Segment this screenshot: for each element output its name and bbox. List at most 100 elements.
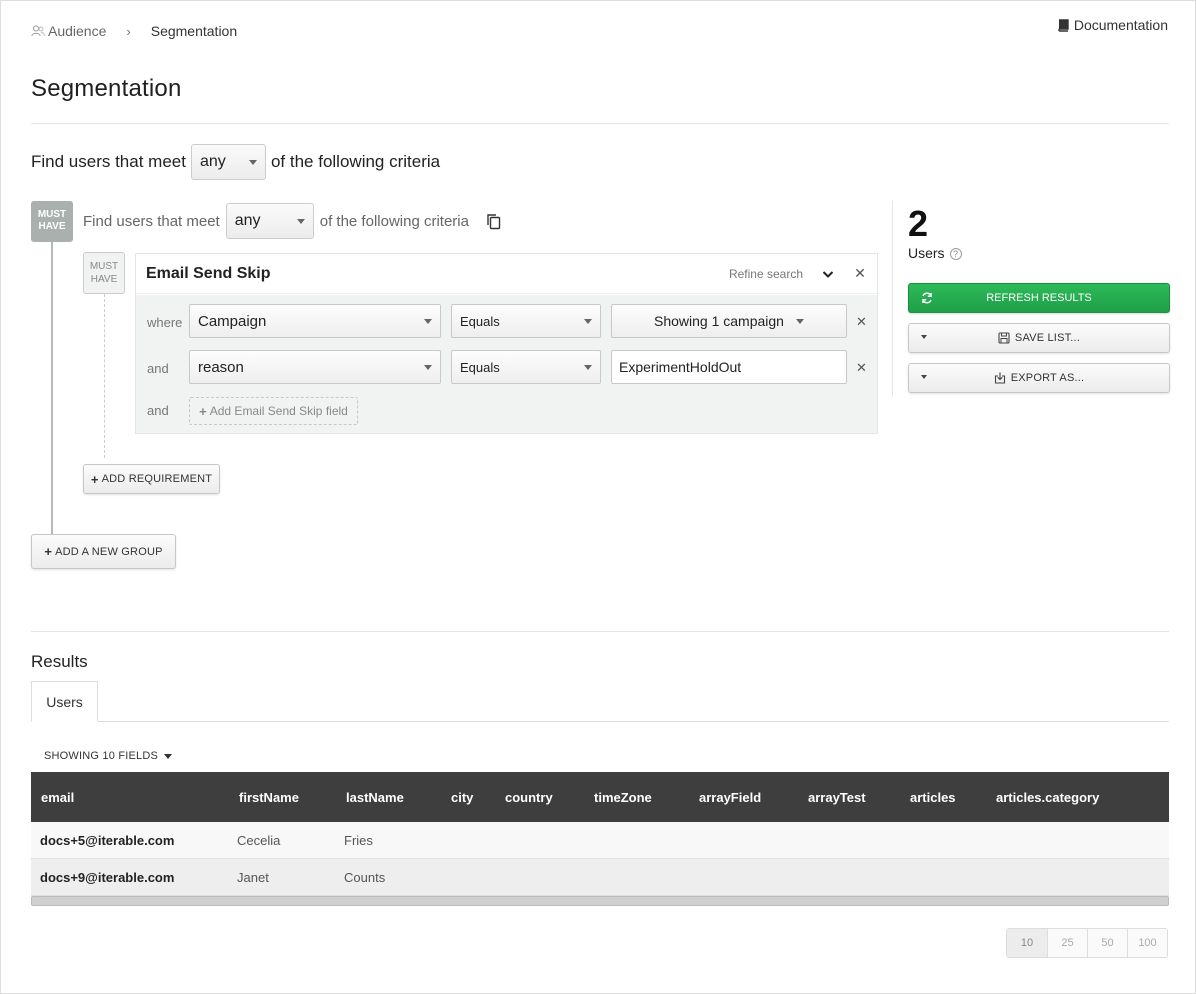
- value-input[interactable]: ExperimentHoldOut: [611, 350, 847, 384]
- divider: [31, 123, 1169, 124]
- add-group-button[interactable]: + ADD A NEW GROUP: [31, 534, 176, 569]
- outer-criteria: Find users that meet any of the followin…: [31, 144, 440, 180]
- breadcrumb-current: Segmentation: [150, 23, 238, 39]
- copy-icon[interactable]: [485, 213, 502, 230]
- outer-match-select[interactable]: any: [190, 144, 266, 180]
- book-icon: [1058, 18, 1069, 32]
- page-size-option[interactable]: 100: [1127, 929, 1167, 957]
- caret-down-icon: [248, 160, 257, 165]
- results-title: Results: [31, 652, 88, 671]
- field-select[interactable]: Campaign: [189, 304, 441, 338]
- column-header-arrayfield[interactable]: arrayField: [699, 772, 761, 822]
- page-size-option[interactable]: 25: [1047, 929, 1087, 957]
- caret-down-icon: [424, 365, 432, 370]
- add-field-button[interactable]: + Add Email Send Skip field: [189, 397, 358, 425]
- tab-users[interactable]: Users: [31, 681, 98, 722]
- column-header-city[interactable]: city: [451, 772, 473, 822]
- requirement-body: where Campaign Equals Showing 1 campaign…: [136, 295, 877, 433]
- requirement-card: Email Send Skip Refine search ✕ where Ca…: [135, 253, 878, 434]
- divider: [31, 631, 1169, 632]
- showing-fields-label: SHOWING 10 FIELDS: [44, 750, 159, 762]
- remove-row-icon[interactable]: ✕: [856, 314, 867, 330]
- breadcrumb: Audience › Segmentation: [31, 21, 237, 41]
- refine-search-link[interactable]: Refine search: [729, 267, 803, 281]
- chevron-down-icon[interactable]: [821, 267, 835, 281]
- save-icon: [998, 332, 1010, 344]
- field-value: Campaign: [198, 312, 267, 330]
- user-count: 2: [908, 203, 929, 244]
- badge-line: MUST: [37, 209, 67, 220]
- page-size-selector: 10 25 50 100: [1006, 928, 1168, 958]
- help-icon[interactable]: ?: [949, 247, 962, 260]
- caret-down-icon: [424, 319, 432, 324]
- badge-line: HAVE: [38, 221, 66, 232]
- export-as-button[interactable]: EXPORT AS...: [908, 363, 1170, 393]
- field-value: reason: [198, 358, 244, 376]
- remove-row-icon[interactable]: ✕: [856, 360, 867, 376]
- documentation-label: Documentation: [1073, 17, 1168, 33]
- column-header-articles-category[interactable]: articles.category: [996, 772, 1099, 822]
- documentation-link[interactable]: Documentation: [1057, 17, 1168, 33]
- group-connector-line: [51, 242, 53, 534]
- save-list-button[interactable]: SAVE LIST...: [908, 323, 1170, 353]
- table-row[interactable]: docs+9@iterable.com Janet Counts: [31, 859, 1169, 896]
- caret-down-icon: [296, 219, 305, 224]
- requirement-must-have-badge: MUST HAVE: [83, 252, 125, 294]
- requirement-dashed-line: [104, 294, 105, 458]
- showing-fields-dropdown[interactable]: SHOWING 10 FIELDS: [44, 750, 173, 762]
- operator-value: Equals: [460, 359, 500, 375]
- plus-icon: +: [90, 471, 99, 487]
- outer-criteria-prefix: Find users that meet: [31, 152, 186, 171]
- group-criteria: Find users that meet any of the followin…: [83, 203, 502, 239]
- table-row[interactable]: docs+5@iterable.com Cecelia Fries: [31, 822, 1169, 859]
- requirement-header: Email Send Skip Refine search ✕: [136, 254, 877, 294]
- page-size-option[interactable]: 10: [1007, 929, 1047, 957]
- refresh-results-button[interactable]: REFRESH RESULTS: [908, 283, 1170, 313]
- value-text: ExperimentHoldOut: [619, 359, 742, 375]
- column-header-articles[interactable]: articles: [910, 772, 956, 822]
- caret-down-icon: [584, 365, 592, 370]
- users-icon: [31, 25, 45, 37]
- caret-down-icon: [921, 335, 927, 339]
- caret-down-icon: [584, 319, 592, 324]
- close-icon[interactable]: ✕: [853, 265, 867, 282]
- column-header-timezone[interactable]: timeZone: [594, 772, 652, 822]
- cell-firstname: Cecelia: [237, 832, 281, 848]
- page-size-option[interactable]: 50: [1087, 929, 1127, 957]
- caret-down-icon: [795, 318, 804, 324]
- row-connector: and: [147, 403, 169, 418]
- horizontal-scrollbar[interactable]: [31, 896, 1169, 906]
- column-header-country[interactable]: country: [505, 772, 553, 822]
- cell-lastname: Fries: [344, 832, 373, 848]
- table-header: email firstName lastName city country ti…: [31, 772, 1169, 822]
- operator-value: Equals: [460, 313, 500, 329]
- caret-down-icon: [921, 375, 927, 379]
- column-header-firstname[interactable]: firstName: [239, 772, 299, 822]
- operator-select[interactable]: Equals: [451, 304, 601, 338]
- row-connector: where: [147, 315, 183, 330]
- column-header-lastname[interactable]: lastName: [346, 772, 404, 822]
- cell-email: docs+5@iterable.com: [40, 832, 175, 848]
- badge-line: HAVE: [90, 274, 118, 285]
- operator-select[interactable]: Equals: [451, 350, 601, 384]
- group-criteria-suffix: of the following criteria: [319, 212, 469, 230]
- group-criteria-prefix: Find users that meet: [83, 212, 220, 230]
- campaign-select[interactable]: Showing 1 campaign: [611, 304, 847, 338]
- add-requirement-button[interactable]: + ADD REQUIREMENT: [83, 464, 220, 494]
- users-label: Users: [908, 245, 945, 261]
- field-select[interactable]: reason: [189, 350, 441, 384]
- group-match-select[interactable]: any: [225, 203, 314, 239]
- outer-match-value: any: [199, 153, 226, 170]
- cell-email: docs+9@iterable.com: [40, 869, 175, 885]
- badge-line: MUST: [89, 261, 119, 272]
- campaign-value: Showing 1 campaign: [654, 313, 784, 329]
- add-group-label: ADD A NEW GROUP: [55, 545, 163, 558]
- group-match-value: any: [234, 212, 261, 229]
- results-table: email firstName lastName city country ti…: [31, 772, 1169, 906]
- plus-icon: +: [199, 403, 207, 419]
- column-header-arraytest[interactable]: arrayTest: [808, 772, 866, 822]
- page-title: Segmentation: [31, 75, 182, 102]
- outer-criteria-suffix: of the following criteria: [270, 152, 441, 171]
- breadcrumb-audience-link[interactable]: Audience: [48, 23, 106, 39]
- column-header-email[interactable]: email: [41, 772, 74, 822]
